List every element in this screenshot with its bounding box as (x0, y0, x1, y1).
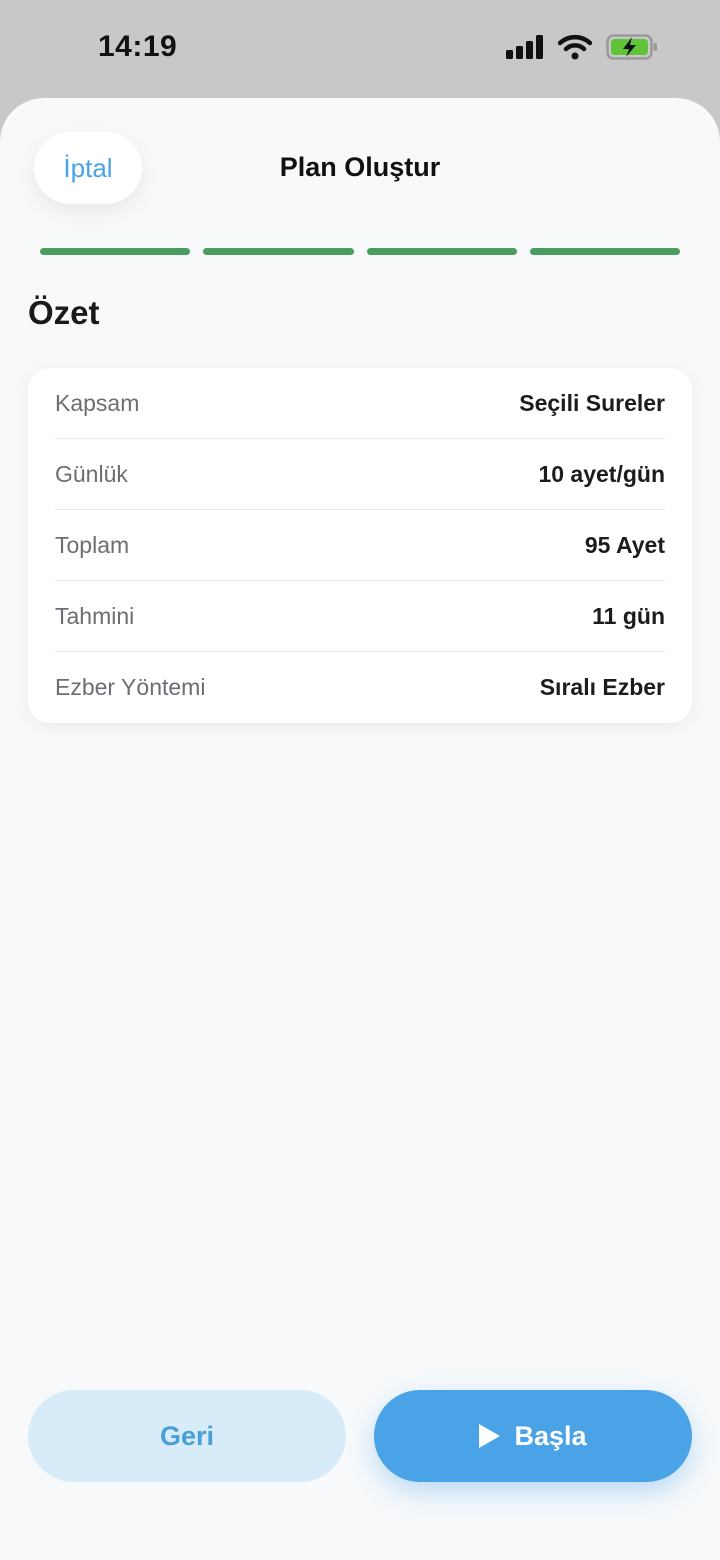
start-button[interactable]: Başla (374, 1390, 692, 1482)
status-time: 14:19 (98, 30, 178, 63)
row-label: Toplam (55, 531, 130, 558)
summary-card: Kapsam Seçili Sureler Günlük 10 ayet/gün… (28, 368, 692, 723)
row-value: Seçili Sureler (519, 389, 665, 416)
wifi-icon (557, 34, 593, 65)
step-indicator-3 (366, 248, 517, 255)
step-indicator-1 (40, 248, 191, 255)
page-title: Plan Oluştur (279, 152, 441, 182)
row-value: 95 Ayet (584, 531, 665, 558)
row-value: 11 gün (592, 602, 665, 629)
row-label: Kapsam (55, 389, 140, 416)
start-button-label: Başla (514, 1420, 587, 1451)
battery-charging-icon (606, 34, 658, 65)
row-label: Tahmini (55, 602, 135, 629)
plan-sheet: İptal Plan Oluştur Özet Kapsam Seçili Su… (0, 98, 720, 1560)
summary-row-total: Toplam 95 Ayet (55, 510, 665, 581)
row-label: Ezber Yöntemi (55, 674, 206, 700)
status-icons (506, 34, 658, 65)
summary-row-daily: Günlük 10 ayet/gün (55, 439, 665, 510)
summary-row-estimated: Tahmini 11 gün (55, 581, 665, 652)
cellular-signal-icon (506, 35, 544, 64)
status-bar: 14:19 (0, 0, 720, 100)
summary-row-scope: Kapsam Seçili Sureler (55, 368, 665, 439)
section-title: Özet (28, 294, 100, 331)
play-icon (479, 1424, 501, 1448)
row-value: Sıralı Ezber (539, 674, 665, 700)
back-button[interactable]: Geri (28, 1390, 346, 1482)
step-indicator-4 (529, 248, 680, 255)
step-indicator-2 (203, 248, 354, 255)
row-value: 10 ayet/gün (538, 460, 665, 487)
row-label: Günlük (55, 460, 128, 487)
summary-row-method: Ezber Yöntemi Sıralı Ezber (55, 652, 665, 723)
step-progress (40, 248, 680, 256)
